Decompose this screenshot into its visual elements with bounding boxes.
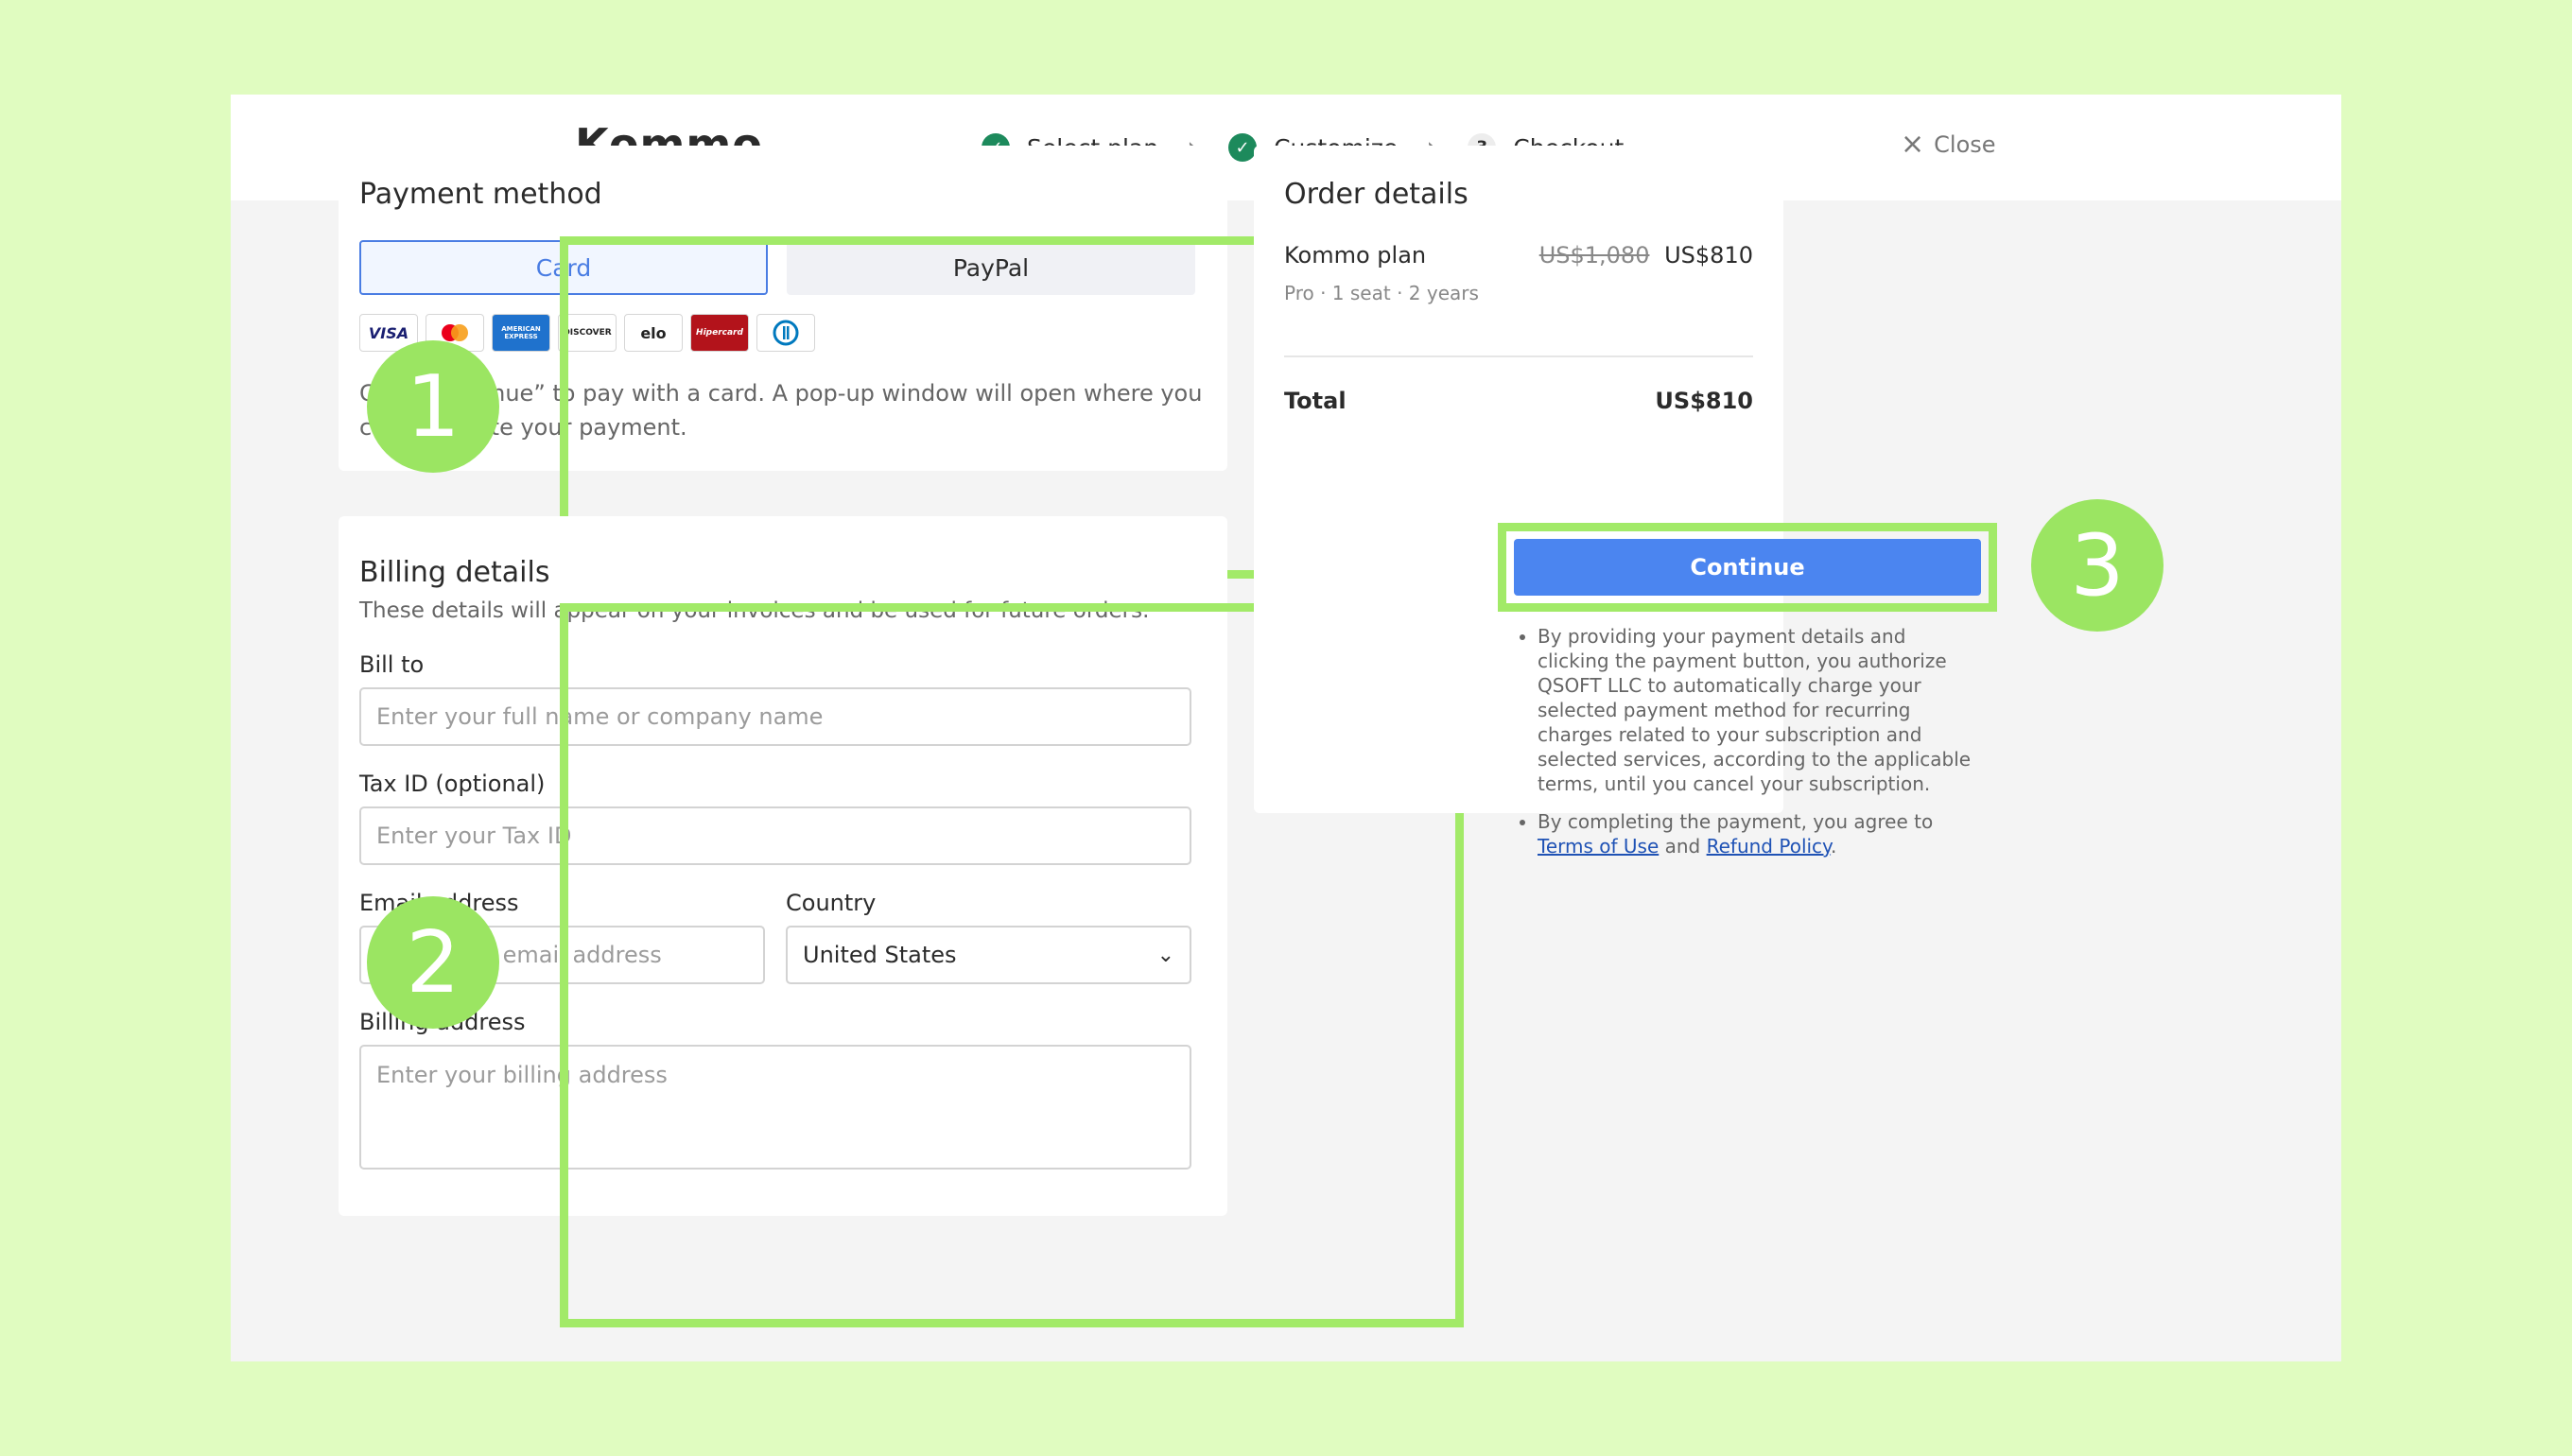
refund-policy-link[interactable]: Refund Policy — [1707, 835, 1831, 858]
legal-note-authorization: By providing your payment details and cl… — [1538, 624, 1980, 796]
annotation-3: 3 — [2031, 499, 2164, 632]
close-icon: × — [1901, 128, 1925, 161]
order-title: Order details — [1284, 178, 1468, 211]
close-label: Close — [1934, 131, 1996, 158]
terms-of-use-link[interactable]: Terms of Use — [1538, 835, 1659, 858]
annotation-2: 2 — [367, 896, 499, 1029]
close-button[interactable]: × Close — [1901, 130, 1996, 159]
annotation-1: 1 — [367, 340, 499, 473]
payment-method-title: Payment method — [359, 178, 602, 211]
divider — [1284, 355, 1753, 357]
check-icon: ✓ — [1228, 133, 1258, 162]
legal-text: and — [1659, 835, 1707, 858]
total-value: US$810 — [1655, 388, 1753, 414]
tax-id-placeholder: Enter your Tax ID — [376, 823, 572, 849]
plan-name: Kommo plan — [1284, 242, 1427, 269]
legal-text: By completing the payment, you agree to — [1538, 810, 1934, 833]
legal-notes: By providing your payment details and cl… — [1517, 624, 1980, 872]
legal-text: . — [1831, 835, 1837, 858]
amex-icon: AMERICAN EXPRESS — [492, 314, 550, 352]
total-label: Total — [1284, 388, 1347, 414]
legal-note-agreement: By completing the payment, you agree to … — [1538, 809, 1980, 858]
plan-detail: Pro · 1 seat · 2 years — [1284, 282, 1479, 304]
billing-title: Billing details — [359, 556, 550, 589]
old-price: US$1,080 — [1538, 242, 1650, 269]
highlight-continue — [1498, 523, 1997, 612]
plan-price: US$810 — [1664, 242, 1753, 269]
